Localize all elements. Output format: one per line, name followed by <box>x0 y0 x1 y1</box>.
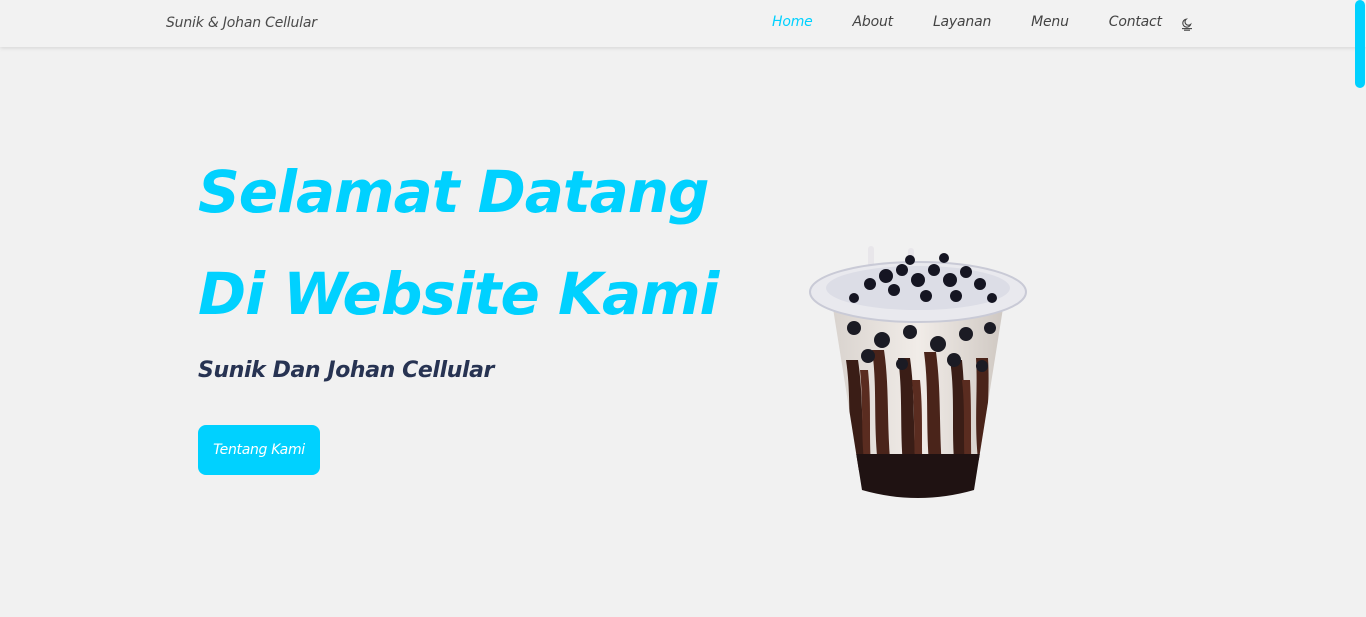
hero-title-line1: Selamat Datang <box>198 158 710 226</box>
boba-drink-image <box>806 240 1030 508</box>
nav-link-contact[interactable]: Contact <box>1109 14 1162 30</box>
scrollbar-thumb[interactable] <box>1355 0 1365 88</box>
nav-link-about[interactable]: About <box>853 14 894 30</box>
nav-menu: Home About Layanan Menu Contact <box>772 14 1194 31</box>
navbar: Sunik & Johan Cellular Home About Layana… <box>0 0 1366 47</box>
hero-subtitle: Sunik Dan Johan Cellular <box>198 358 495 383</box>
nav-link-menu[interactable]: Menu <box>1031 14 1069 30</box>
brand-name[interactable]: Sunik & Johan Cellular <box>166 15 317 31</box>
nav-link-layanan[interactable]: Layanan <box>933 14 991 30</box>
moon-icon[interactable] <box>1180 16 1194 31</box>
nav-link-home[interactable]: Home <box>772 14 813 30</box>
hero-title-line2: Di Website Kami <box>198 260 719 328</box>
tentang-kami-button[interactable]: Tentang Kami <box>198 425 320 475</box>
